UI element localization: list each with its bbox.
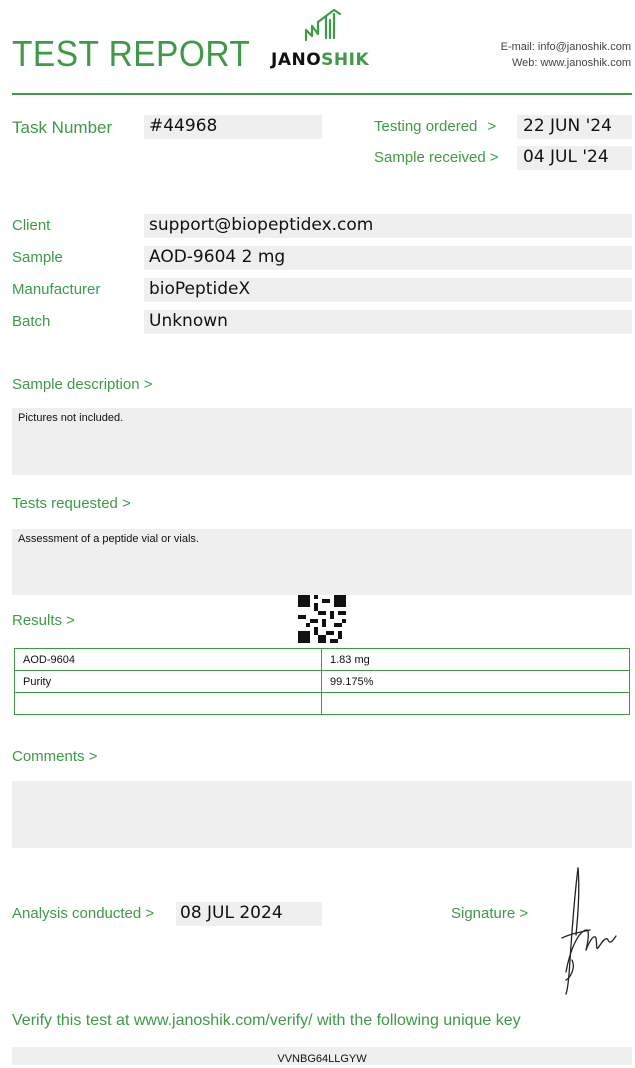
tests-requested-box: Assessment of a peptide vial or vials. bbox=[12, 529, 632, 595]
comments-heading: Comments > bbox=[12, 748, 98, 765]
manufacturer-label: Manufacturer bbox=[12, 281, 101, 298]
unique-key-value: VVNBG64LLGYW bbox=[277, 1053, 367, 1065]
contact-info: E-mail: info@janoshik.com Web: www.janos… bbox=[501, 39, 631, 71]
table-row: Purity 99.175% bbox=[14, 670, 630, 693]
logo-wordmark: JANOSHIK bbox=[271, 50, 370, 70]
sample-description-text: Pictures not included. bbox=[18, 412, 124, 424]
result-name: Purity bbox=[14, 670, 322, 693]
comments-box bbox=[12, 781, 632, 848]
sample-label: Sample bbox=[12, 249, 63, 266]
result-name: AOD-9604 bbox=[14, 648, 322, 671]
batch-value: Unknown bbox=[149, 311, 228, 331]
unique-key-field: VVNBG64LLGYW bbox=[12, 1047, 632, 1065]
client-label: Client bbox=[12, 217, 51, 234]
tests-requested-text: Assessment of a peptide vial or vials. bbox=[18, 533, 199, 545]
analysis-conducted-value: 08 JUL 2024 bbox=[180, 903, 283, 923]
logo-chart-icon bbox=[304, 8, 342, 42]
task-number-field: #44968 bbox=[144, 115, 322, 139]
task-number-value: #44968 bbox=[149, 116, 218, 136]
header-divider bbox=[12, 93, 632, 95]
sample-value: AOD-9604 2 mg bbox=[149, 247, 286, 267]
client-field: support@biopeptidex.com bbox=[144, 214, 632, 238]
batch-label: Batch bbox=[12, 313, 51, 330]
signature-image bbox=[556, 860, 626, 1000]
sample-description-box: Pictures not included. bbox=[12, 408, 632, 475]
sample-field: AOD-9604 2 mg bbox=[144, 246, 632, 270]
tests-requested-heading: Tests requested > bbox=[12, 495, 131, 512]
web-line: Web: www.janoshik.com bbox=[511, 57, 631, 69]
signature-label: Signature > bbox=[451, 905, 529, 922]
result-value: 1.83 mg bbox=[321, 648, 630, 671]
manufacturer-value: bioPeptideX bbox=[149, 279, 251, 299]
qr-code-icon bbox=[298, 595, 346, 643]
sample-received-value: 04 JUL '24 bbox=[523, 147, 609, 167]
table-row bbox=[14, 692, 630, 715]
sample-description-heading: Sample description > bbox=[12, 376, 153, 393]
analysis-conducted-field: 08 JUL 2024 bbox=[176, 902, 322, 926]
client-value: support@biopeptidex.com bbox=[149, 215, 374, 235]
result-value bbox=[321, 692, 630, 715]
testing-ordered-field: 22 JUN '24 bbox=[517, 115, 632, 139]
manufacturer-field: bioPeptideX bbox=[144, 278, 632, 302]
email-line: E-mail: info@janoshik.com bbox=[500, 41, 631, 53]
sample-received-label: Sample received > bbox=[374, 149, 499, 166]
results-heading: Results > bbox=[12, 612, 75, 629]
janoshik-logo: JANOSHIK bbox=[262, 6, 386, 76]
sample-received-field: 04 JUL '24 bbox=[517, 146, 632, 170]
analysis-conducted-label: Analysis conducted > bbox=[12, 905, 155, 922]
task-number-label: Task Number bbox=[12, 118, 113, 137]
verify-instructions: Verify this test at www.janoshik.com/ver… bbox=[12, 1012, 521, 1029]
batch-field: Unknown bbox=[144, 310, 632, 334]
testing-ordered-value: 22 JUN '24 bbox=[523, 116, 612, 136]
report-title: TEST REPORT bbox=[12, 33, 251, 74]
result-value: 99.175% bbox=[321, 670, 630, 693]
result-name bbox=[14, 692, 322, 715]
table-row: AOD-9604 1.83 mg bbox=[14, 648, 630, 671]
testing-ordered-label: Testing ordered > bbox=[374, 118, 497, 135]
results-table: AOD-9604 1.83 mg Purity 99.175% bbox=[14, 648, 630, 715]
